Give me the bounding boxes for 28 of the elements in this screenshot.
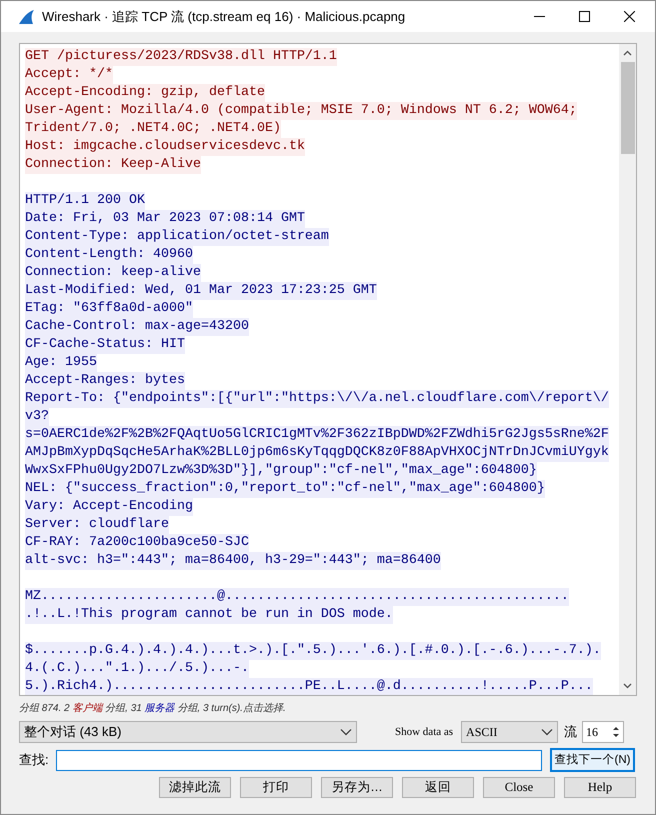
dialog-button[interactable]: Help <box>564 777 636 798</box>
dialog-button[interactable]: 另存为… <box>321 777 393 798</box>
find-input-field[interactable] <box>56 750 542 770</box>
stream-status-text: 分组 874. 2 客户端 分组, 31 服务器 分组, 3 turn(s).点击选择. <box>19 702 287 716</box>
find-label: 查找: <box>19 751 50 770</box>
stream-label: 流 <box>564 723 578 742</box>
conversation-select[interactable]: 整个对话 (43 kB) <box>19 721 357 743</box>
stream-text-area[interactable] <box>19 43 637 696</box>
show-data-label: Show data as <box>395 724 454 740</box>
stream-number-spinbox[interactable]: 16 <box>582 721 624 743</box>
scrollbar[interactable] <box>619 44 636 695</box>
shark-fin-icon <box>18 8 36 24</box>
format-select[interactable]: ASCII <box>461 721 558 743</box>
dialog-button[interactable]: 返回 <box>402 777 474 798</box>
dialog-button[interactable]: Close <box>483 777 555 798</box>
scrollbar-thumb[interactable] <box>620 62 634 154</box>
maximize-icon <box>579 11 590 22</box>
find-next-button[interactable]: 查找下一个(N) <box>550 748 635 772</box>
minimize-icon <box>534 16 545 17</box>
chevron-down-icon <box>340 728 352 736</box>
chevron-down-icon <box>541 728 554 736</box>
scroll-down-icon[interactable] <box>623 683 632 689</box>
spin-arrows-icon[interactable] <box>611 724 622 740</box>
scroll-up-icon[interactable] <box>623 50 632 56</box>
dialog-button[interactable]: 滤掉此流 <box>159 777 231 798</box>
close-icon <box>624 11 635 22</box>
dialog-button[interactable]: 打印 <box>240 777 312 798</box>
window-title: Wireshark · 追踪 TCP 流 (tcp.stream eq 16) · Malicious.pcapng <box>42 8 406 26</box>
